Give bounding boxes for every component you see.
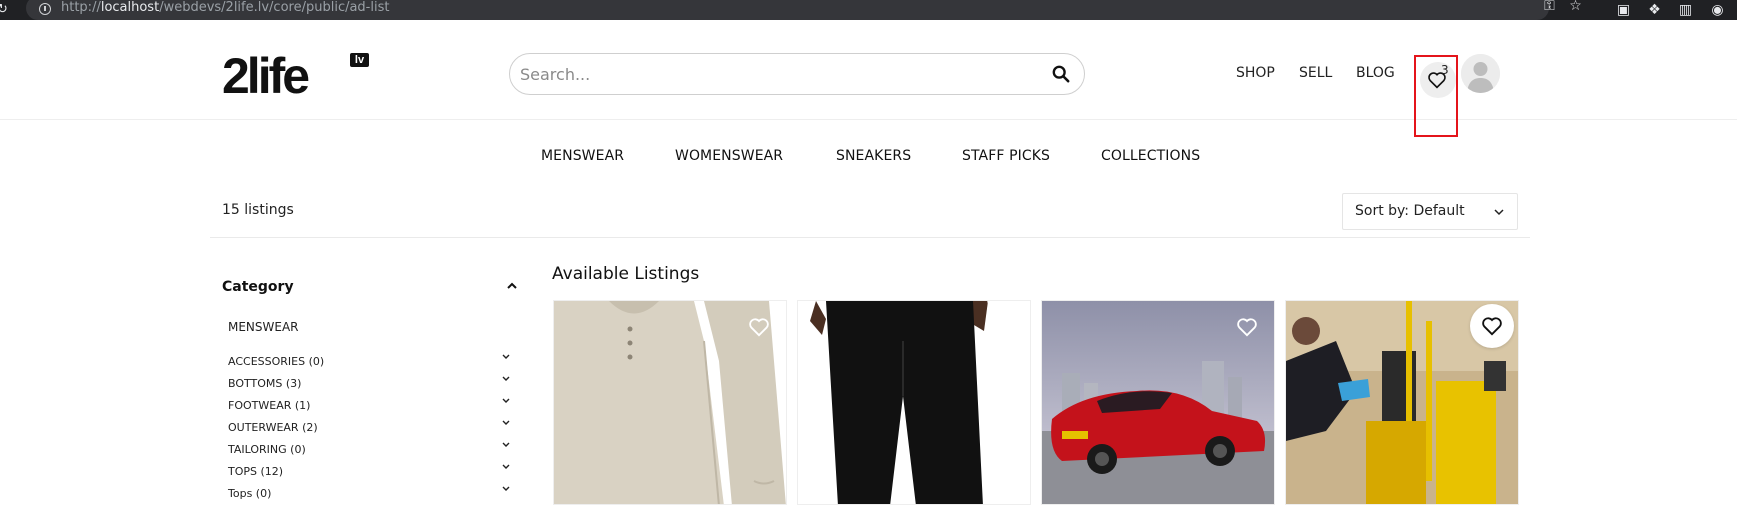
site-logo[interactable]: 2life lv xyxy=(222,48,369,104)
listing-card[interactable] xyxy=(1285,300,1519,505)
avatar-image xyxy=(1461,54,1500,93)
sort-dropdown[interactable]: Sort by: Default xyxy=(1342,193,1518,230)
toolbar-divider xyxy=(210,237,1530,238)
search-input[interactable] xyxy=(520,62,1020,86)
url-text: http://localhost/webdevs/2life.lv/core/p… xyxy=(61,0,390,15)
catnav-womenswear[interactable]: WOMENSWEAR xyxy=(675,148,783,164)
wishlist-button[interactable]: 3 xyxy=(1414,55,1458,137)
site-info-icon[interactable] xyxy=(39,3,51,15)
listing-card[interactable] xyxy=(797,300,1031,505)
heart-icon[interactable] xyxy=(1236,317,1258,337)
key-icon[interactable]: ⚿ xyxy=(1541,0,1558,14)
search-icon[interactable] xyxy=(1052,65,1070,83)
wishlist-count: 3 xyxy=(1441,63,1449,77)
chevron-down-icon[interactable] xyxy=(501,463,511,471)
heart-icon xyxy=(1482,317,1502,336)
category-item-outerwear[interactable]: OUTERWEAR (2) xyxy=(228,421,318,434)
incognito-icon[interactable]: ◉ xyxy=(1709,1,1726,18)
browser-toolbar: ↻ http://localhost/webdevs/2life.lv/core… xyxy=(0,0,1737,20)
category-title: Category xyxy=(222,279,294,295)
chevron-down-icon[interactable] xyxy=(501,353,511,361)
sidepanel-icon[interactable]: ▥ xyxy=(1677,1,1694,18)
address-bar[interactable]: http://localhost/webdevs/2life.lv/core/p… xyxy=(26,0,1582,20)
chevron-down-icon[interactable] xyxy=(501,375,511,383)
site-header: 2life lv SHOP SELL BLOG 3 xyxy=(0,20,1737,137)
listings-heading: Available Listings xyxy=(552,264,700,284)
category-item-tailoring[interactable]: TAILORING (0) xyxy=(228,443,306,456)
chevron-down-icon[interactable] xyxy=(501,419,511,427)
catnav-collections[interactable]: COLLECTIONS xyxy=(1101,148,1200,164)
logo-text: 2life xyxy=(222,48,310,104)
category-item-tops[interactable]: TOPS (12) xyxy=(228,465,283,478)
chevron-up-icon[interactable] xyxy=(505,280,519,292)
nav-shop[interactable]: SHOP xyxy=(1236,65,1275,81)
logo-badge: lv xyxy=(350,53,369,67)
category-item-bottoms[interactable]: BOTTOMS (3) xyxy=(228,377,301,390)
chevron-down-icon[interactable] xyxy=(501,441,511,449)
user-avatar[interactable] xyxy=(1461,54,1500,93)
chevron-down-icon[interactable] xyxy=(501,397,511,405)
category-item-tops-lower[interactable]: Tops (0) xyxy=(228,487,271,500)
chevron-down-icon[interactable] xyxy=(501,485,511,493)
nav-blog[interactable]: BLOG xyxy=(1356,65,1395,81)
star-icon[interactable]: ☆ xyxy=(1567,0,1584,14)
catnav-sneakers[interactable]: SNEAKERS xyxy=(836,148,911,164)
camera-icon[interactable]: ▣ xyxy=(1615,1,1632,18)
search-box xyxy=(509,53,1085,95)
listing-card[interactable] xyxy=(553,300,787,505)
extensions-icon[interactable]: ❖ xyxy=(1646,1,1663,18)
category-root[interactable]: MENSWEAR xyxy=(228,320,299,334)
listing-image xyxy=(798,301,1030,504)
heart-badge[interactable] xyxy=(1470,304,1514,348)
heart-icon[interactable] xyxy=(748,317,770,337)
listing-card[interactable] xyxy=(1041,300,1275,505)
catnav-menswear[interactable]: MENSWEAR xyxy=(541,148,624,164)
reload-icon[interactable]: ↻ xyxy=(0,1,13,17)
category-item-footwear[interactable]: FOOTWEAR (1) xyxy=(228,399,310,412)
category-item-accessories[interactable]: ACCESSORIES (0) xyxy=(228,355,324,368)
sort-label: Sort by: Default xyxy=(1355,203,1465,219)
catnav-staff-picks[interactable]: STAFF PICKS xyxy=(962,148,1050,164)
nav-sell[interactable]: SELL xyxy=(1299,65,1332,81)
chevron-down-icon xyxy=(1494,209,1504,216)
listing-count: 15 listings xyxy=(222,202,294,218)
